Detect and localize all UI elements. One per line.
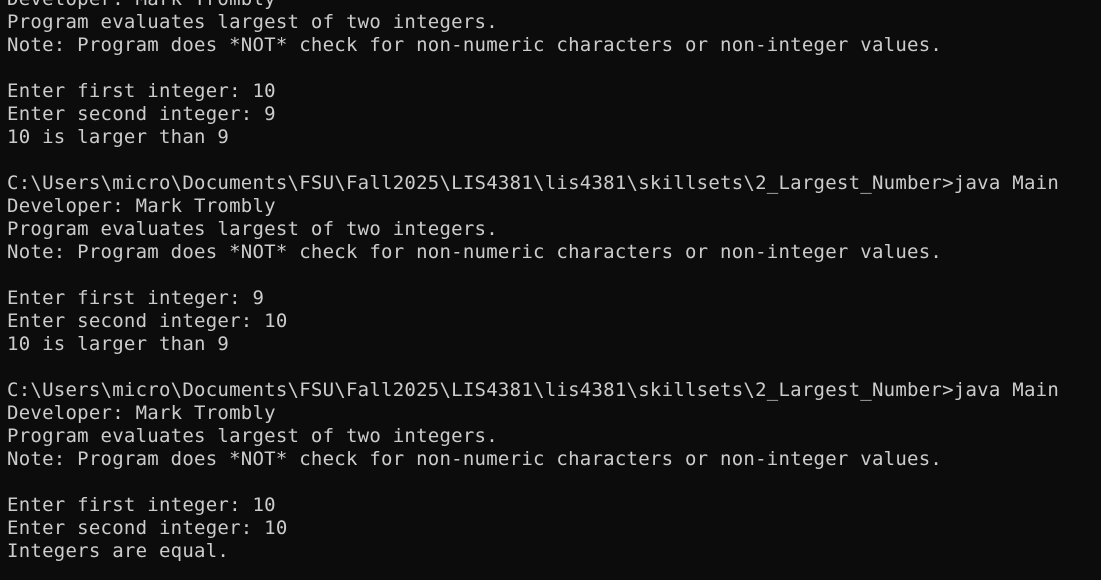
terminal-window[interactable]: Developer: Mark Trombly Program evaluate… [0, 0, 1101, 580]
terminal-prompt-line: C:\Users\micro\Documents\FSU\Fall2025\LI… [7, 379, 1060, 401]
terminal-line: 10 is larger than 9 [7, 126, 230, 148]
terminal-line: Enter first integer: 10 [7, 494, 276, 516]
terminal-line: Enter second integer: 9 [7, 103, 276, 125]
terminal-line: Integers are equal. [7, 540, 230, 562]
terminal-output: Developer: Mark Trombly Program evaluate… [7, 0, 1101, 563]
terminal-line: Developer: Mark Trombly [7, 0, 1101, 11]
terminal-line: Program evaluates largest of two integer… [7, 218, 498, 240]
terminal-line: Developer: Mark Trombly [7, 402, 276, 424]
terminal-prompt-line: C:\Users\micro\Documents\FSU\Fall2025\LI… [7, 172, 1060, 194]
terminal-line: Enter first integer: 10 [7, 80, 276, 102]
terminal-line: Developer: Mark Trombly [7, 195, 276, 217]
terminal-line: Note: Program does *NOT* check for non-n… [7, 448, 943, 470]
terminal-line: Note: Program does *NOT* check for non-n… [7, 241, 943, 263]
terminal-line: Program evaluates largest of two integer… [7, 11, 498, 33]
terminal-line: Enter second integer: 10 [7, 310, 288, 332]
terminal-line: 10 is larger than 9 [7, 333, 230, 355]
terminal-line: Enter second integer: 10 [7, 517, 288, 539]
terminal-line: Program evaluates largest of two integer… [7, 425, 498, 447]
terminal-line: Note: Program does *NOT* check for non-n… [7, 34, 943, 56]
terminal-line: Enter first integer: 9 [7, 287, 265, 309]
